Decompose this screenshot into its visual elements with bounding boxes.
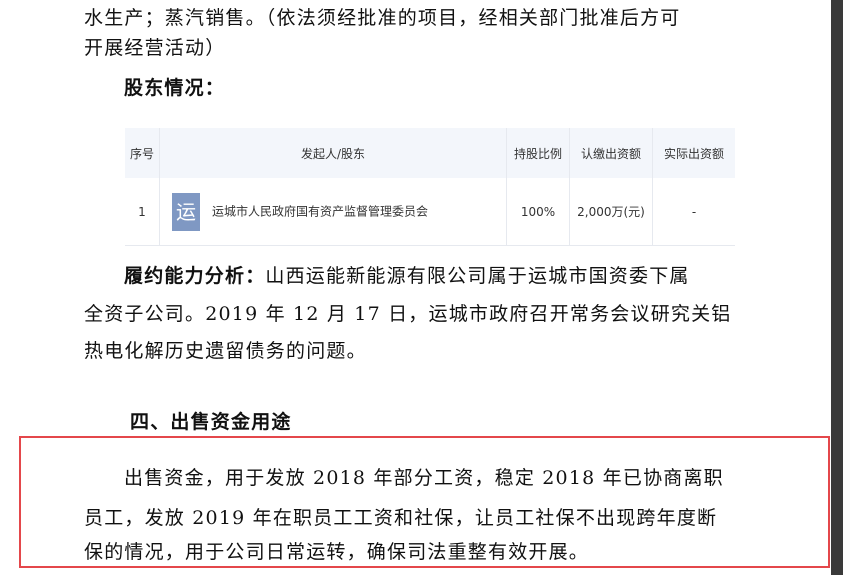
section4-heading: 四、出售资金用途	[130, 411, 292, 433]
analysis-text: 山西运能新能源有限公司属于运城市国资委下属	[265, 265, 690, 287]
viewer-edge	[831, 0, 843, 575]
col-shareholder: 发起人/股东	[159, 128, 507, 178]
col-actual: 实际出资额	[652, 128, 735, 178]
company-logo: 运	[172, 192, 200, 231]
row-subscribed: 2,000万(元)	[569, 178, 653, 246]
section4-line: 保的情况，用于公司日常运转，确保司法重整有效开展。	[84, 541, 590, 563]
shareholder-name[interactable]: 运城市人民政府国有资产监督管理委员会	[212, 204, 428, 218]
analysis-line: 热电化解历史遗留债务的问题。	[84, 340, 367, 362]
shareholder-heading: 股东情况：	[124, 77, 226, 99]
section4-line: 出售资金，用于发放 2018 年部分工资，稳定 2018 年已协商离职	[124, 467, 724, 489]
row-ratio: 100%	[506, 178, 570, 246]
table-header-row: 序号 发起人/股东 持股比例 认缴出资额 实际出资额	[125, 128, 735, 178]
col-index: 序号	[125, 128, 160, 178]
col-ratio: 持股比例	[506, 128, 570, 178]
shareholder-table: 序号 发起人/股东 持股比例 认缴出资额 实际出资额 1 运运城市人民政府国有资…	[125, 128, 735, 246]
row-shareholder: 运运城市人民政府国有资产监督管理委员会	[159, 178, 507, 246]
col-subscribed: 认缴出资额	[569, 128, 653, 178]
section4-line: 员工，发放 2019 年在职员工工资和社保，让员工社保不出现跨年度断	[84, 507, 718, 529]
intro-line: 水生产；蒸汽销售。（依法须经批准的项目，经相关部门批准后方可	[84, 7, 681, 29]
table-row: 1 运运城市人民政府国有资产监督管理委员会 100% 2,000万(元) -	[125, 178, 735, 246]
analysis-label: 履约能力分析：	[124, 265, 266, 287]
intro-line: 开展经营活动）	[84, 37, 226, 59]
row-actual: -	[652, 178, 735, 246]
row-index: 1	[125, 178, 160, 246]
analysis-line: 全资子公司。2019 年 12 月 17 日，运城市政府召开常务会议研究关铝	[84, 303, 732, 325]
analysis-line: 履约能力分析：山西运能新能源有限公司属于运城市国资委下属	[124, 264, 690, 288]
